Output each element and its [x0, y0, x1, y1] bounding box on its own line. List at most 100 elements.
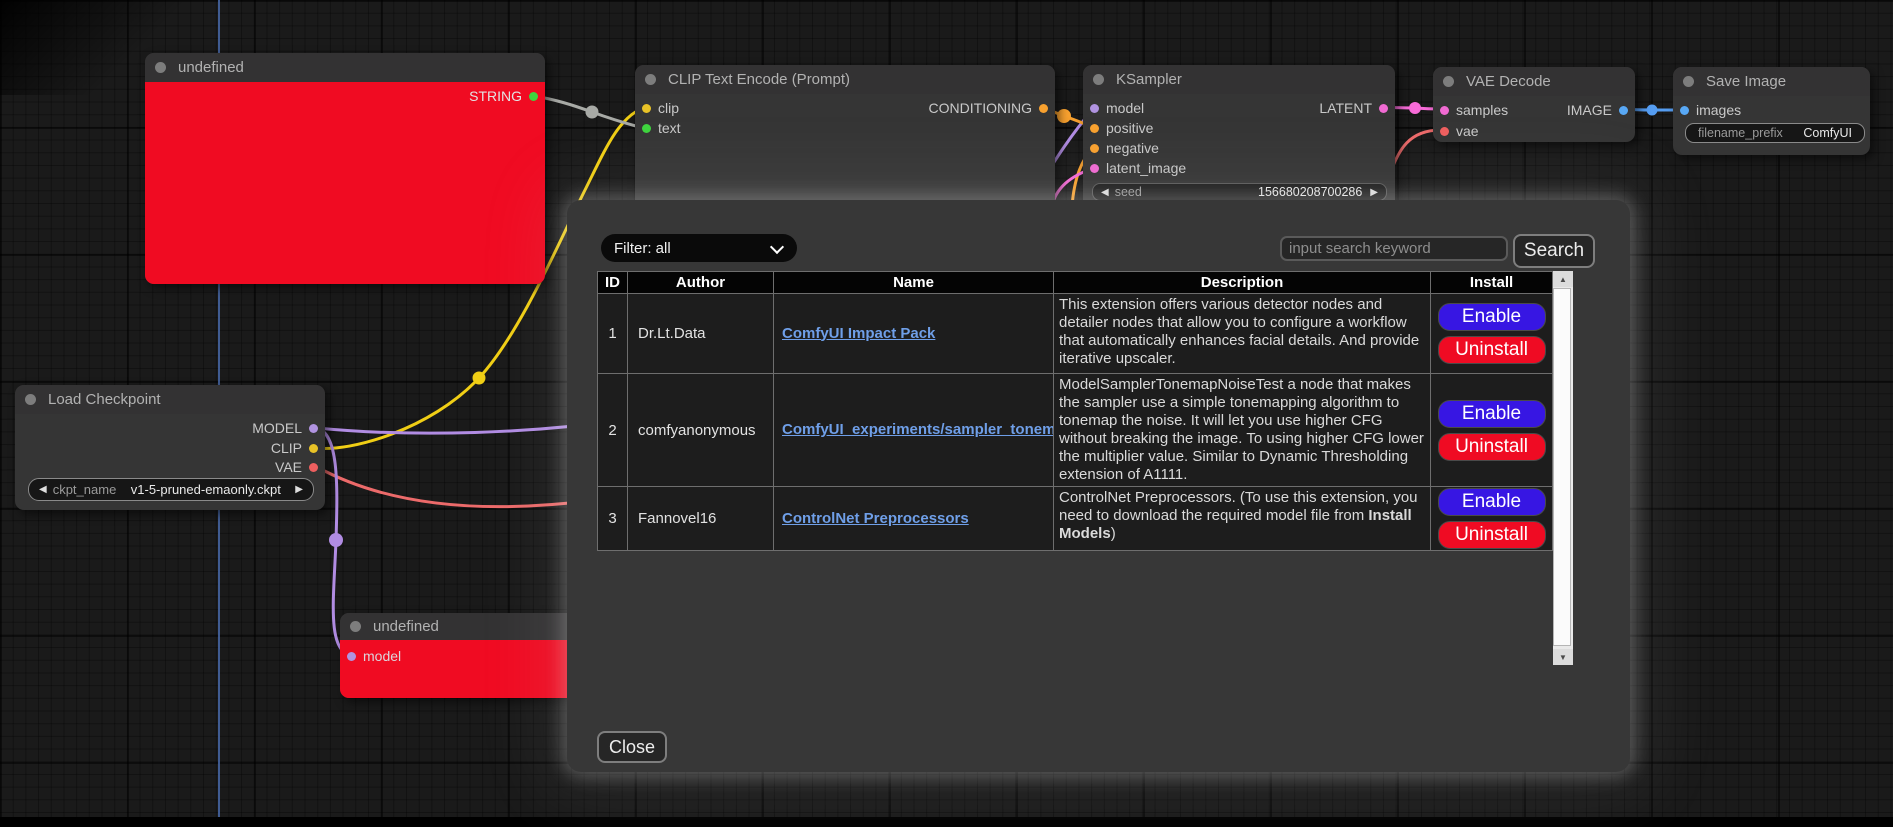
- input-port-vae[interactable]: [1440, 127, 1449, 136]
- ext-description: ControlNet Preprocessors. (To use this e…: [1054, 487, 1431, 551]
- node-load-checkpoint[interactable]: Load Checkpoint MODEL CLIP VAE ◀ ckpt_na…: [15, 385, 325, 510]
- extension-table: ID Author Name Description Install 1 Dr.…: [597, 271, 1553, 551]
- error-node-body: [145, 82, 545, 284]
- ext-id: 1: [598, 294, 628, 374]
- node-collapse-dot[interactable]: [25, 394, 36, 405]
- output-label-image: IMAGE: [1567, 102, 1612, 118]
- ext-author: Fannovel16: [628, 487, 774, 551]
- node-ksampler[interactable]: KSampler model positive negative latent_…: [1083, 65, 1395, 215]
- enable-button[interactable]: Enable: [1438, 303, 1546, 331]
- node-title: CLIP Text Encode (Prompt): [668, 71, 850, 88]
- extension-row: 3 Fannovel16 ControlNet Preprocessors Co…: [598, 487, 1553, 551]
- search-button[interactable]: Search: [1513, 234, 1595, 268]
- output-label-conditioning: CONDITIONING: [929, 100, 1032, 116]
- uninstall-button[interactable]: Uninstall: [1438, 336, 1546, 364]
- seed-widget[interactable]: ◀ seed 156680208700286 ▶: [1092, 183, 1387, 201]
- input-port-positive[interactable]: [1090, 124, 1099, 133]
- reroute-dot-conditioning[interactable]: [1057, 109, 1071, 123]
- output-label-latent: LATENT: [1319, 100, 1372, 116]
- canvas-bottom-edge: [0, 817, 1893, 827]
- node-clip-text-encode[interactable]: CLIP Text Encode (Prompt) clip text COND…: [635, 65, 1055, 210]
- close-button[interactable]: Close: [597, 731, 667, 763]
- output-port-clip[interactable]: [309, 444, 318, 453]
- enable-button[interactable]: Enable: [1438, 488, 1546, 516]
- input-port-negative[interactable]: [1090, 144, 1099, 153]
- filename-prefix-value: ComfyUI: [1783, 126, 1852, 140]
- extension-list-region: ID Author Name Description Install 1 Dr.…: [597, 271, 1574, 665]
- reroute-dot-string[interactable]: [586, 106, 599, 119]
- output-port-image[interactable]: [1619, 106, 1628, 115]
- enable-button[interactable]: Enable: [1438, 400, 1546, 428]
- output-port-model[interactable]: [309, 424, 318, 433]
- scrollbar-thumb[interactable]: [1553, 288, 1571, 646]
- node-title: undefined: [373, 618, 439, 635]
- reroute-dot-latent[interactable]: [1409, 102, 1421, 114]
- extension-row: 1 Dr.Lt.Data ComfyUI Impact Pack This ex…: [598, 294, 1553, 374]
- node-title: Load Checkpoint: [48, 391, 161, 408]
- wire-string: [535, 96, 643, 128]
- header-install: Install: [1431, 272, 1553, 294]
- output-label-vae: VAE: [275, 459, 302, 475]
- header-description: Description: [1054, 272, 1431, 294]
- arrow-right-icon[interactable]: ▶: [1370, 187, 1378, 198]
- ext-author: Dr.Lt.Data: [628, 294, 774, 374]
- ext-name-link[interactable]: ComfyUI_experiments/sampler_tonemap: [782, 421, 1054, 438]
- ext-author: comfyanonymous: [628, 374, 774, 487]
- scroll-down-icon[interactable]: ▼: [1553, 649, 1573, 665]
- header-name: Name: [774, 272, 1054, 294]
- node-collapse-dot[interactable]: [1093, 74, 1104, 85]
- node-collapse-dot[interactable]: [645, 74, 656, 85]
- arrow-left-icon[interactable]: ◀: [39, 484, 47, 495]
- reroute-dot-model[interactable]: [329, 533, 343, 547]
- node-title: undefined: [178, 59, 244, 76]
- manager-dialog: Filter: all Search ID Author Name Descri…: [567, 200, 1630, 772]
- input-port-latent-image[interactable]: [1090, 164, 1099, 173]
- input-port-text[interactable]: [642, 124, 651, 133]
- output-port-string[interactable]: [529, 92, 538, 101]
- node-collapse-dot[interactable]: [155, 62, 166, 73]
- filename-prefix-widget[interactable]: filename_prefix ComfyUI: [1685, 123, 1865, 143]
- node-title: Save Image: [1706, 73, 1786, 90]
- filter-selected-value: Filter: all: [614, 240, 671, 257]
- output-label-model: MODEL: [252, 420, 302, 436]
- ext-description: ModelSamplerTonemapNoiseTest a node that…: [1054, 374, 1431, 487]
- input-port-images[interactable]: [1680, 106, 1689, 115]
- node-vae-decode[interactable]: VAE Decode samples vae IMAGE: [1433, 67, 1635, 142]
- arrow-right-icon[interactable]: ▶: [295, 484, 303, 495]
- seed-value: 156680208700286: [1142, 185, 1362, 199]
- input-port-model[interactable]: [347, 652, 356, 661]
- extension-row: 2 comfyanonymous ComfyUI_experiments/sam…: [598, 374, 1553, 487]
- chevron-down-icon: [770, 240, 784, 254]
- table-header-row: ID Author Name Description Install: [598, 272, 1553, 294]
- output-port-latent[interactable]: [1379, 104, 1388, 113]
- ckpt-name-widget[interactable]: ◀ ckpt_name v1-5-pruned-emaonly.ckpt ▶: [28, 478, 314, 501]
- node-title: KSampler: [1116, 71, 1182, 88]
- node-collapse-dot[interactable]: [1683, 76, 1694, 87]
- uninstall-button[interactable]: Uninstall: [1438, 433, 1546, 461]
- header-author: Author: [628, 272, 774, 294]
- node-collapse-dot[interactable]: [1443, 76, 1454, 87]
- node-title: VAE Decode: [1466, 73, 1551, 90]
- node-undefined-top[interactable]: undefined STRING: [145, 53, 545, 284]
- ext-id: 2: [598, 374, 628, 487]
- scrollbar[interactable]: ▲ ▼: [1553, 271, 1573, 665]
- output-label-string: STRING: [469, 88, 522, 104]
- output-port-vae[interactable]: [309, 463, 318, 472]
- ext-id: 3: [598, 487, 628, 551]
- filter-select[interactable]: Filter: all: [601, 234, 797, 262]
- comfyui-canvas[interactable]: undefined STRING CLIP Text Encode (Promp…: [0, 0, 1893, 827]
- uninstall-button[interactable]: Uninstall: [1438, 521, 1546, 549]
- node-save-image[interactable]: Save Image images filename_prefix ComfyU…: [1673, 67, 1870, 155]
- ext-description: This extension offers various detector n…: [1054, 294, 1431, 374]
- reroute-dot-clip[interactable]: [473, 372, 486, 385]
- scroll-up-icon[interactable]: ▲: [1553, 271, 1573, 287]
- ext-name-link[interactable]: ControlNet Preprocessors: [782, 510, 969, 527]
- ckpt-name-value: v1-5-pruned-emaonly.ckpt: [116, 482, 295, 497]
- node-collapse-dot[interactable]: [350, 621, 361, 632]
- search-input[interactable]: [1280, 236, 1508, 261]
- arrow-left-icon[interactable]: ◀: [1101, 187, 1109, 198]
- header-id: ID: [598, 272, 628, 294]
- ext-name-link[interactable]: ComfyUI Impact Pack: [782, 325, 935, 342]
- output-port-conditioning[interactable]: [1039, 104, 1048, 113]
- reroute-dot-image[interactable]: [1647, 105, 1658, 116]
